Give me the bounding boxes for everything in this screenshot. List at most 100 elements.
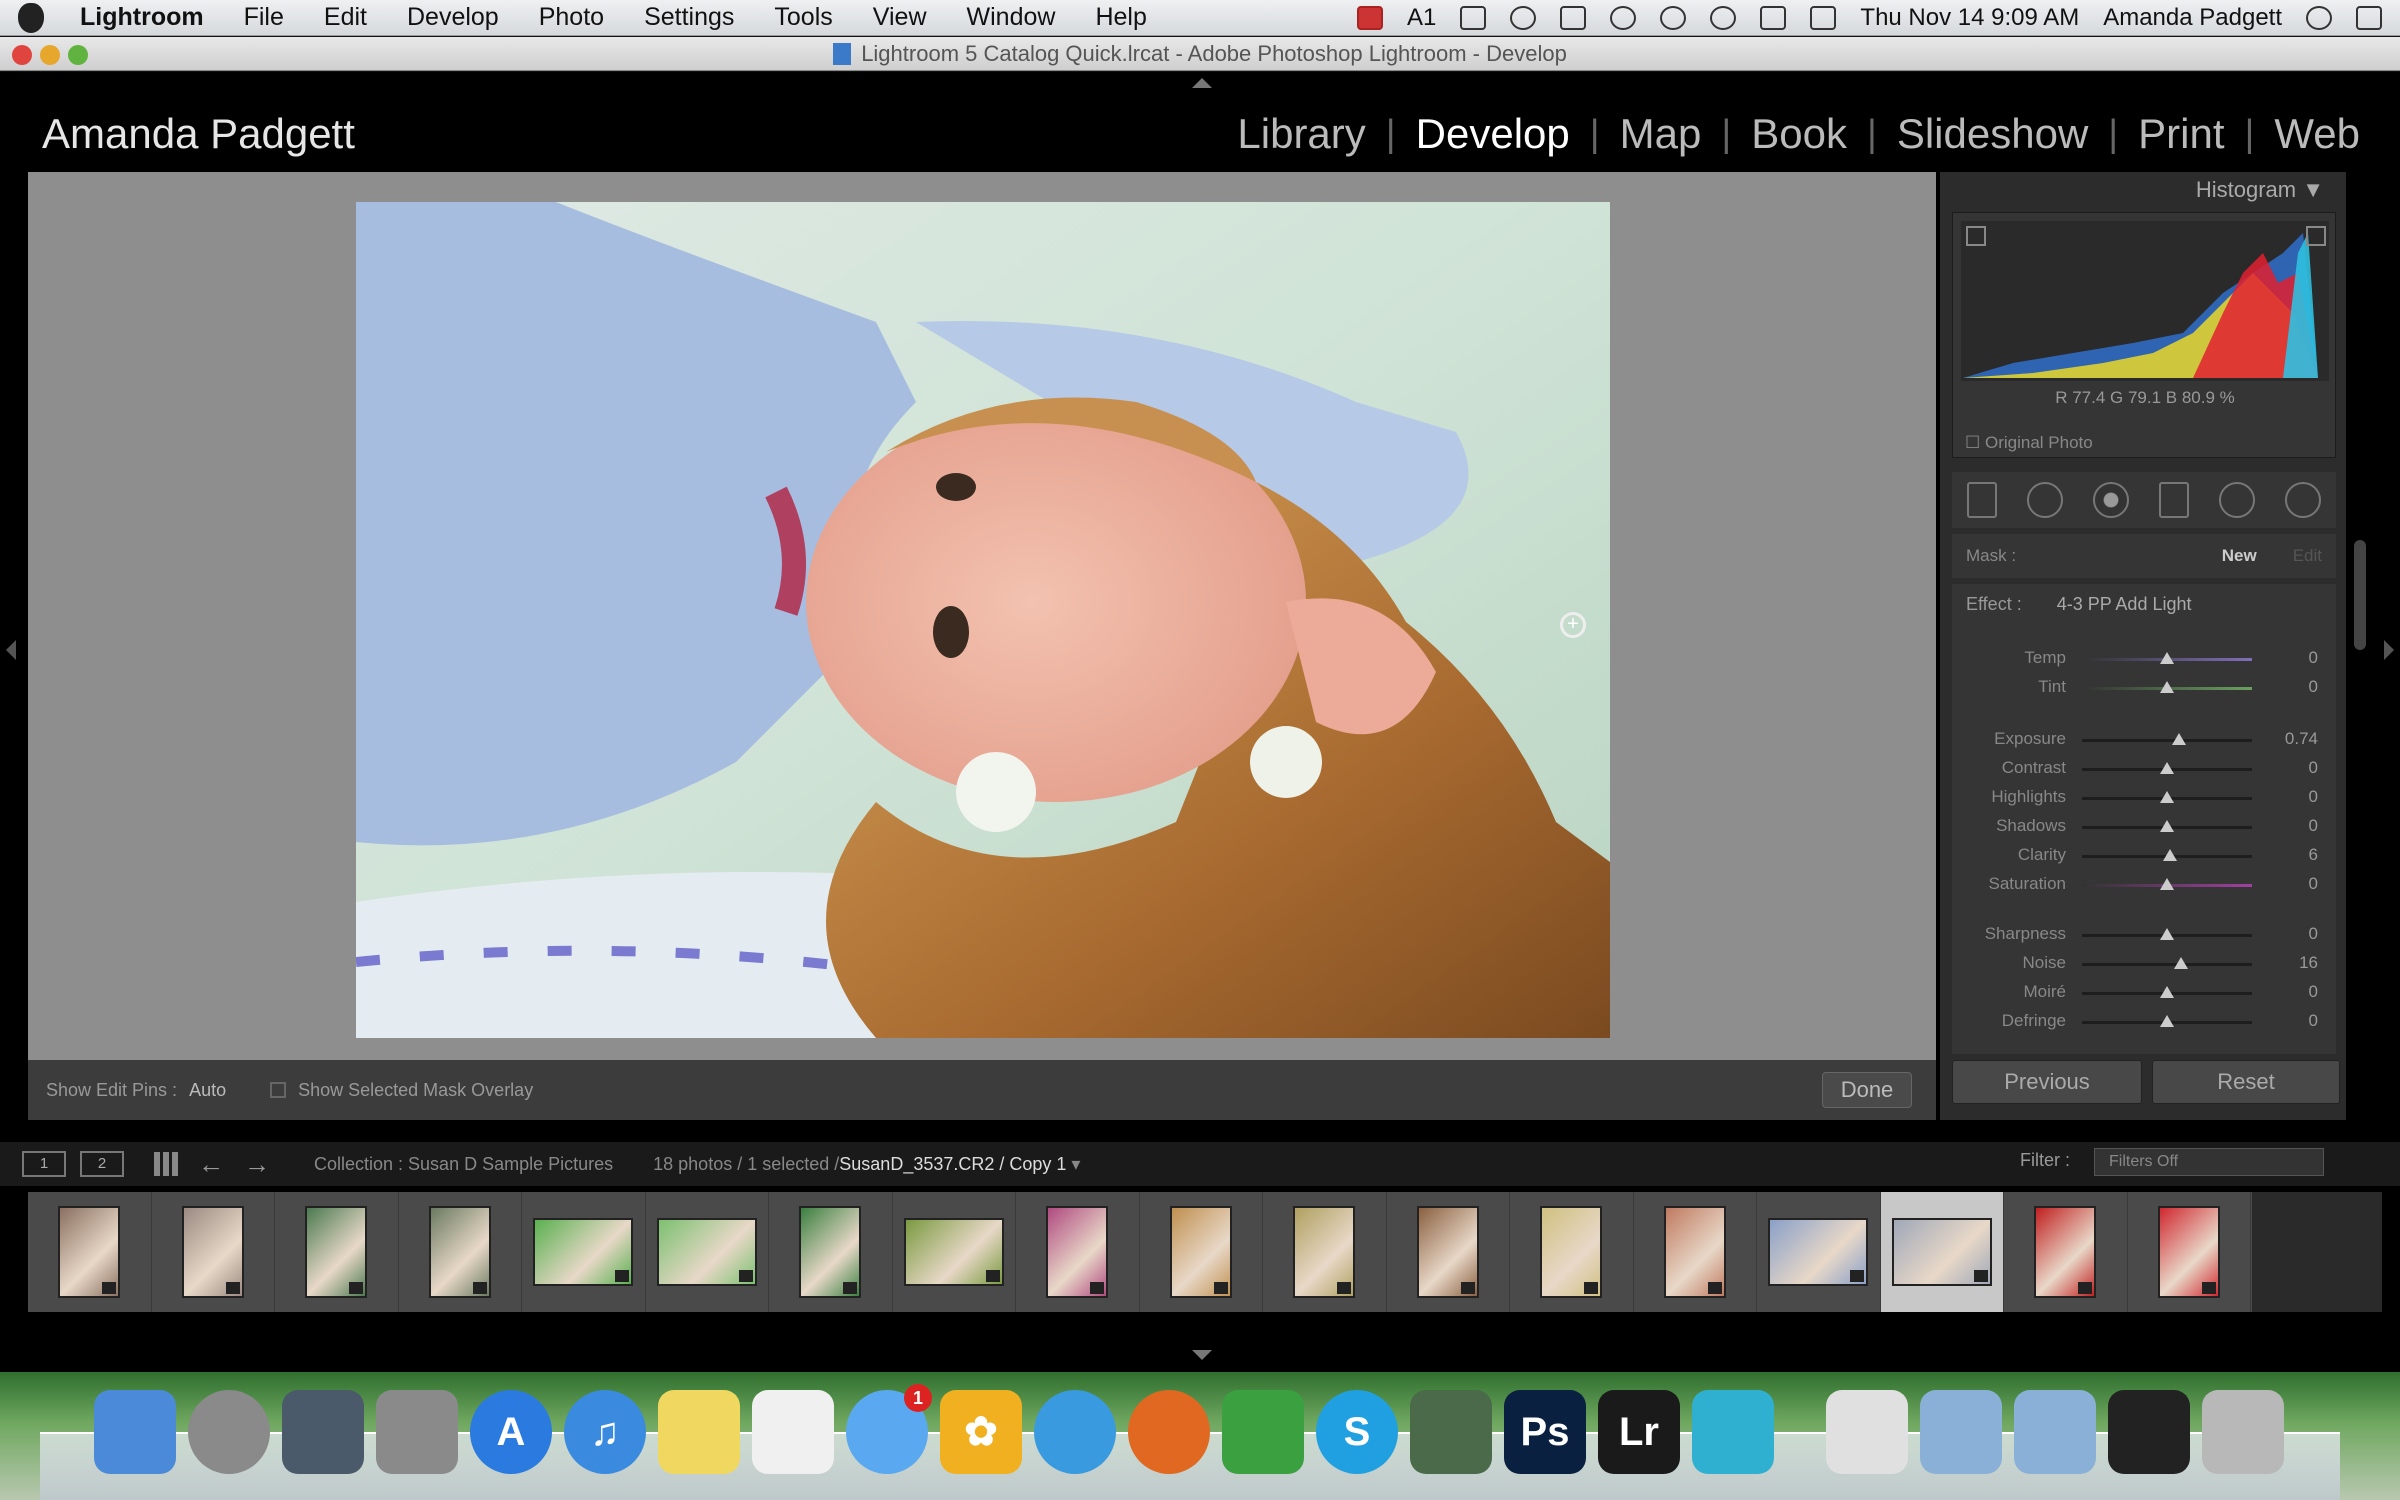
menu-view[interactable]: View (873, 3, 927, 32)
slider-noise[interactable]: Noise 16 (1952, 951, 2336, 977)
filmstrip-cell[interactable] (28, 1192, 152, 1312)
xquartz-icon[interactable] (1410, 1390, 1492, 1474)
volume-icon[interactable] (1760, 5, 1787, 30)
filmstrip-cell[interactable] (1880, 1192, 2004, 1312)
slider-value[interactable]: 6 (2309, 845, 2318, 865)
slider-value[interactable]: 0 (2309, 924, 2318, 944)
left-panel-toggle-icon[interactable] (6, 640, 16, 660)
filter-select[interactable]: Filters Off (2094, 1148, 2324, 1176)
previous-button[interactable]: Previous (1952, 1060, 2142, 1104)
menu-tools[interactable]: Tools (774, 3, 832, 32)
dropbox-icon[interactable] (1460, 5, 1487, 30)
slider-sharpness[interactable]: Sharpness 0 (1952, 922, 2336, 948)
photo-thumbnail[interactable] (903, 1218, 1004, 1286)
user-menu[interactable]: Amanda Padgett (2103, 4, 2282, 32)
grid-view-icon[interactable] (154, 1152, 178, 1176)
slider-value[interactable]: 0 (2309, 1011, 2318, 1031)
slider-thumb[interactable] (2160, 681, 2174, 694)
stickies-icon[interactable] (658, 1390, 740, 1474)
bottom-panel-toggle-icon[interactable] (1192, 1350, 1212, 1360)
slider-thumb[interactable] (2173, 956, 2188, 969)
filmstrip-cell[interactable] (2128, 1192, 2251, 1312)
evernote-status-icon[interactable] (1560, 5, 1587, 30)
effect-preset-select[interactable]: 4-3 PP Add Light (2057, 594, 2192, 614)
bluetooth-icon[interactable] (1660, 5, 1687, 30)
reset-button[interactable]: Reset (2152, 1060, 2340, 1104)
edit-pins-select[interactable]: Auto (189, 1080, 226, 1101)
photo-thumbnail[interactable] (1169, 1206, 1232, 1298)
launchpad-icon[interactable] (188, 1390, 270, 1474)
slider-thumb[interactable] (2160, 652, 2174, 665)
adobe-status-icon[interactable]: A1 (1407, 4, 1436, 32)
photo-preview[interactable] (356, 202, 1610, 1038)
photo-thumbnail[interactable] (533, 1218, 634, 1286)
finder-icon[interactable] (94, 1390, 176, 1474)
clock[interactable]: Thu Nov 14 9:09 AM (1860, 4, 2079, 32)
collection-source[interactable]: Collection : Susan D Sample Pictures (314, 1154, 613, 1175)
mask-new-button[interactable]: New (2222, 546, 2257, 566)
filmstrip-cell[interactable] (646, 1192, 769, 1312)
top-panel-toggle-icon[interactable] (1192, 78, 1212, 88)
minimize-window-button[interactable] (40, 45, 60, 65)
right-panel-scrollbar[interactable] (2354, 540, 2366, 650)
original-photo-checkbox[interactable]: ☐ Original Photo (1965, 433, 2093, 453)
slider-defringe[interactable]: Defringe 0 (1952, 1009, 2336, 1035)
photo-thumbnail[interactable] (656, 1218, 757, 1286)
slider-thumb[interactable] (2171, 733, 2186, 746)
slider-value[interactable]: 0 (2309, 677, 2318, 697)
zoom-window-button[interactable] (68, 45, 88, 65)
close-window-button[interactable] (12, 45, 32, 65)
system-preferences-icon[interactable] (376, 1390, 458, 1474)
filmstrip-cell[interactable] (522, 1192, 646, 1312)
radial-filter-icon[interactable] (2219, 482, 2255, 518)
skype-icon[interactable]: S (1316, 1390, 1398, 1474)
wifi-icon[interactable] (1710, 5, 1737, 30)
filmstrip-cell[interactable] (1016, 1192, 1140, 1312)
app-menu[interactable]: Lightroom (80, 3, 204, 32)
photo-thumbnail[interactable] (1416, 1206, 1479, 1298)
spotlight-search-icon[interactable] (2306, 5, 2332, 30)
crop-overlay-icon[interactable] (1967, 482, 1997, 518)
slider-thumb[interactable] (2160, 927, 2174, 940)
trash-icon[interactable] (2202, 1390, 2284, 1474)
time-machine-icon[interactable] (1610, 5, 1637, 30)
histogram[interactable]: R 77.4 G 79.1 B 80.9 % ☐ Original Photo (1952, 212, 2336, 458)
firefox-icon[interactable] (1128, 1390, 1210, 1474)
slider-temp[interactable]: Temp 0 (1952, 646, 2336, 672)
image-canvas[interactable]: + (28, 172, 1936, 1060)
slider-value[interactable]: 0 (2309, 787, 2318, 807)
slider-clarity[interactable]: Clarity 6 (1952, 843, 2336, 869)
filmstrip-cell[interactable] (893, 1192, 1016, 1312)
module-map[interactable]: Map (1600, 110, 1722, 158)
menu-edit[interactable]: Edit (324, 3, 367, 32)
preview-icon[interactable] (1826, 1390, 1908, 1474)
slider-value[interactable]: 0 (2309, 758, 2318, 778)
slider-thumb[interactable] (2160, 985, 2174, 998)
filmstrip-cell[interactable] (1263, 1192, 1387, 1312)
secondary-window-button[interactable]: 2 (80, 1151, 124, 1177)
filmstrip-cell[interactable] (769, 1192, 893, 1312)
photo-count[interactable]: 18 photos / 1 selected /SusanD_3537.CR2 … (653, 1154, 1080, 1175)
slider-shadows[interactable]: Shadows 0 (1952, 814, 2336, 840)
back-arrow-icon[interactable]: ← (198, 1149, 224, 1180)
photo-thumbnail[interactable] (58, 1206, 121, 1298)
app-store-icon[interactable]: A (470, 1390, 552, 1474)
notification-center-icon[interactable] (2356, 5, 2382, 30)
filmstrip-cell[interactable] (1757, 1192, 1881, 1312)
slider-thumb[interactable] (2160, 791, 2174, 804)
right-panel-toggle-icon[interactable] (2384, 640, 2394, 660)
slider-value[interactable]: 0 (2309, 982, 2318, 1002)
filmstrip-cell[interactable] (2004, 1192, 2128, 1312)
slider-exposure[interactable]: Exposure 0.74 (1952, 727, 2336, 753)
lightroom-icon[interactable]: Lr (1598, 1390, 1680, 1474)
filmstrip-cell[interactable] (1634, 1192, 1757, 1312)
slider-thumb[interactable] (2160, 820, 2174, 833)
module-develop[interactable]: Develop (1396, 110, 1590, 158)
slider-thumb[interactable] (2163, 849, 2178, 862)
edit-pin-icon[interactable]: + (1560, 612, 1586, 638)
photo-thumbnail[interactable] (2034, 1206, 2097, 1298)
eye-icon[interactable] (1510, 5, 1537, 30)
slider-contrast[interactable]: Contrast 0 (1952, 756, 2336, 782)
slider-tint[interactable]: Tint 0 (1952, 675, 2336, 701)
histogram-panel-header[interactable]: Histogram ▼ (1940, 172, 2346, 208)
